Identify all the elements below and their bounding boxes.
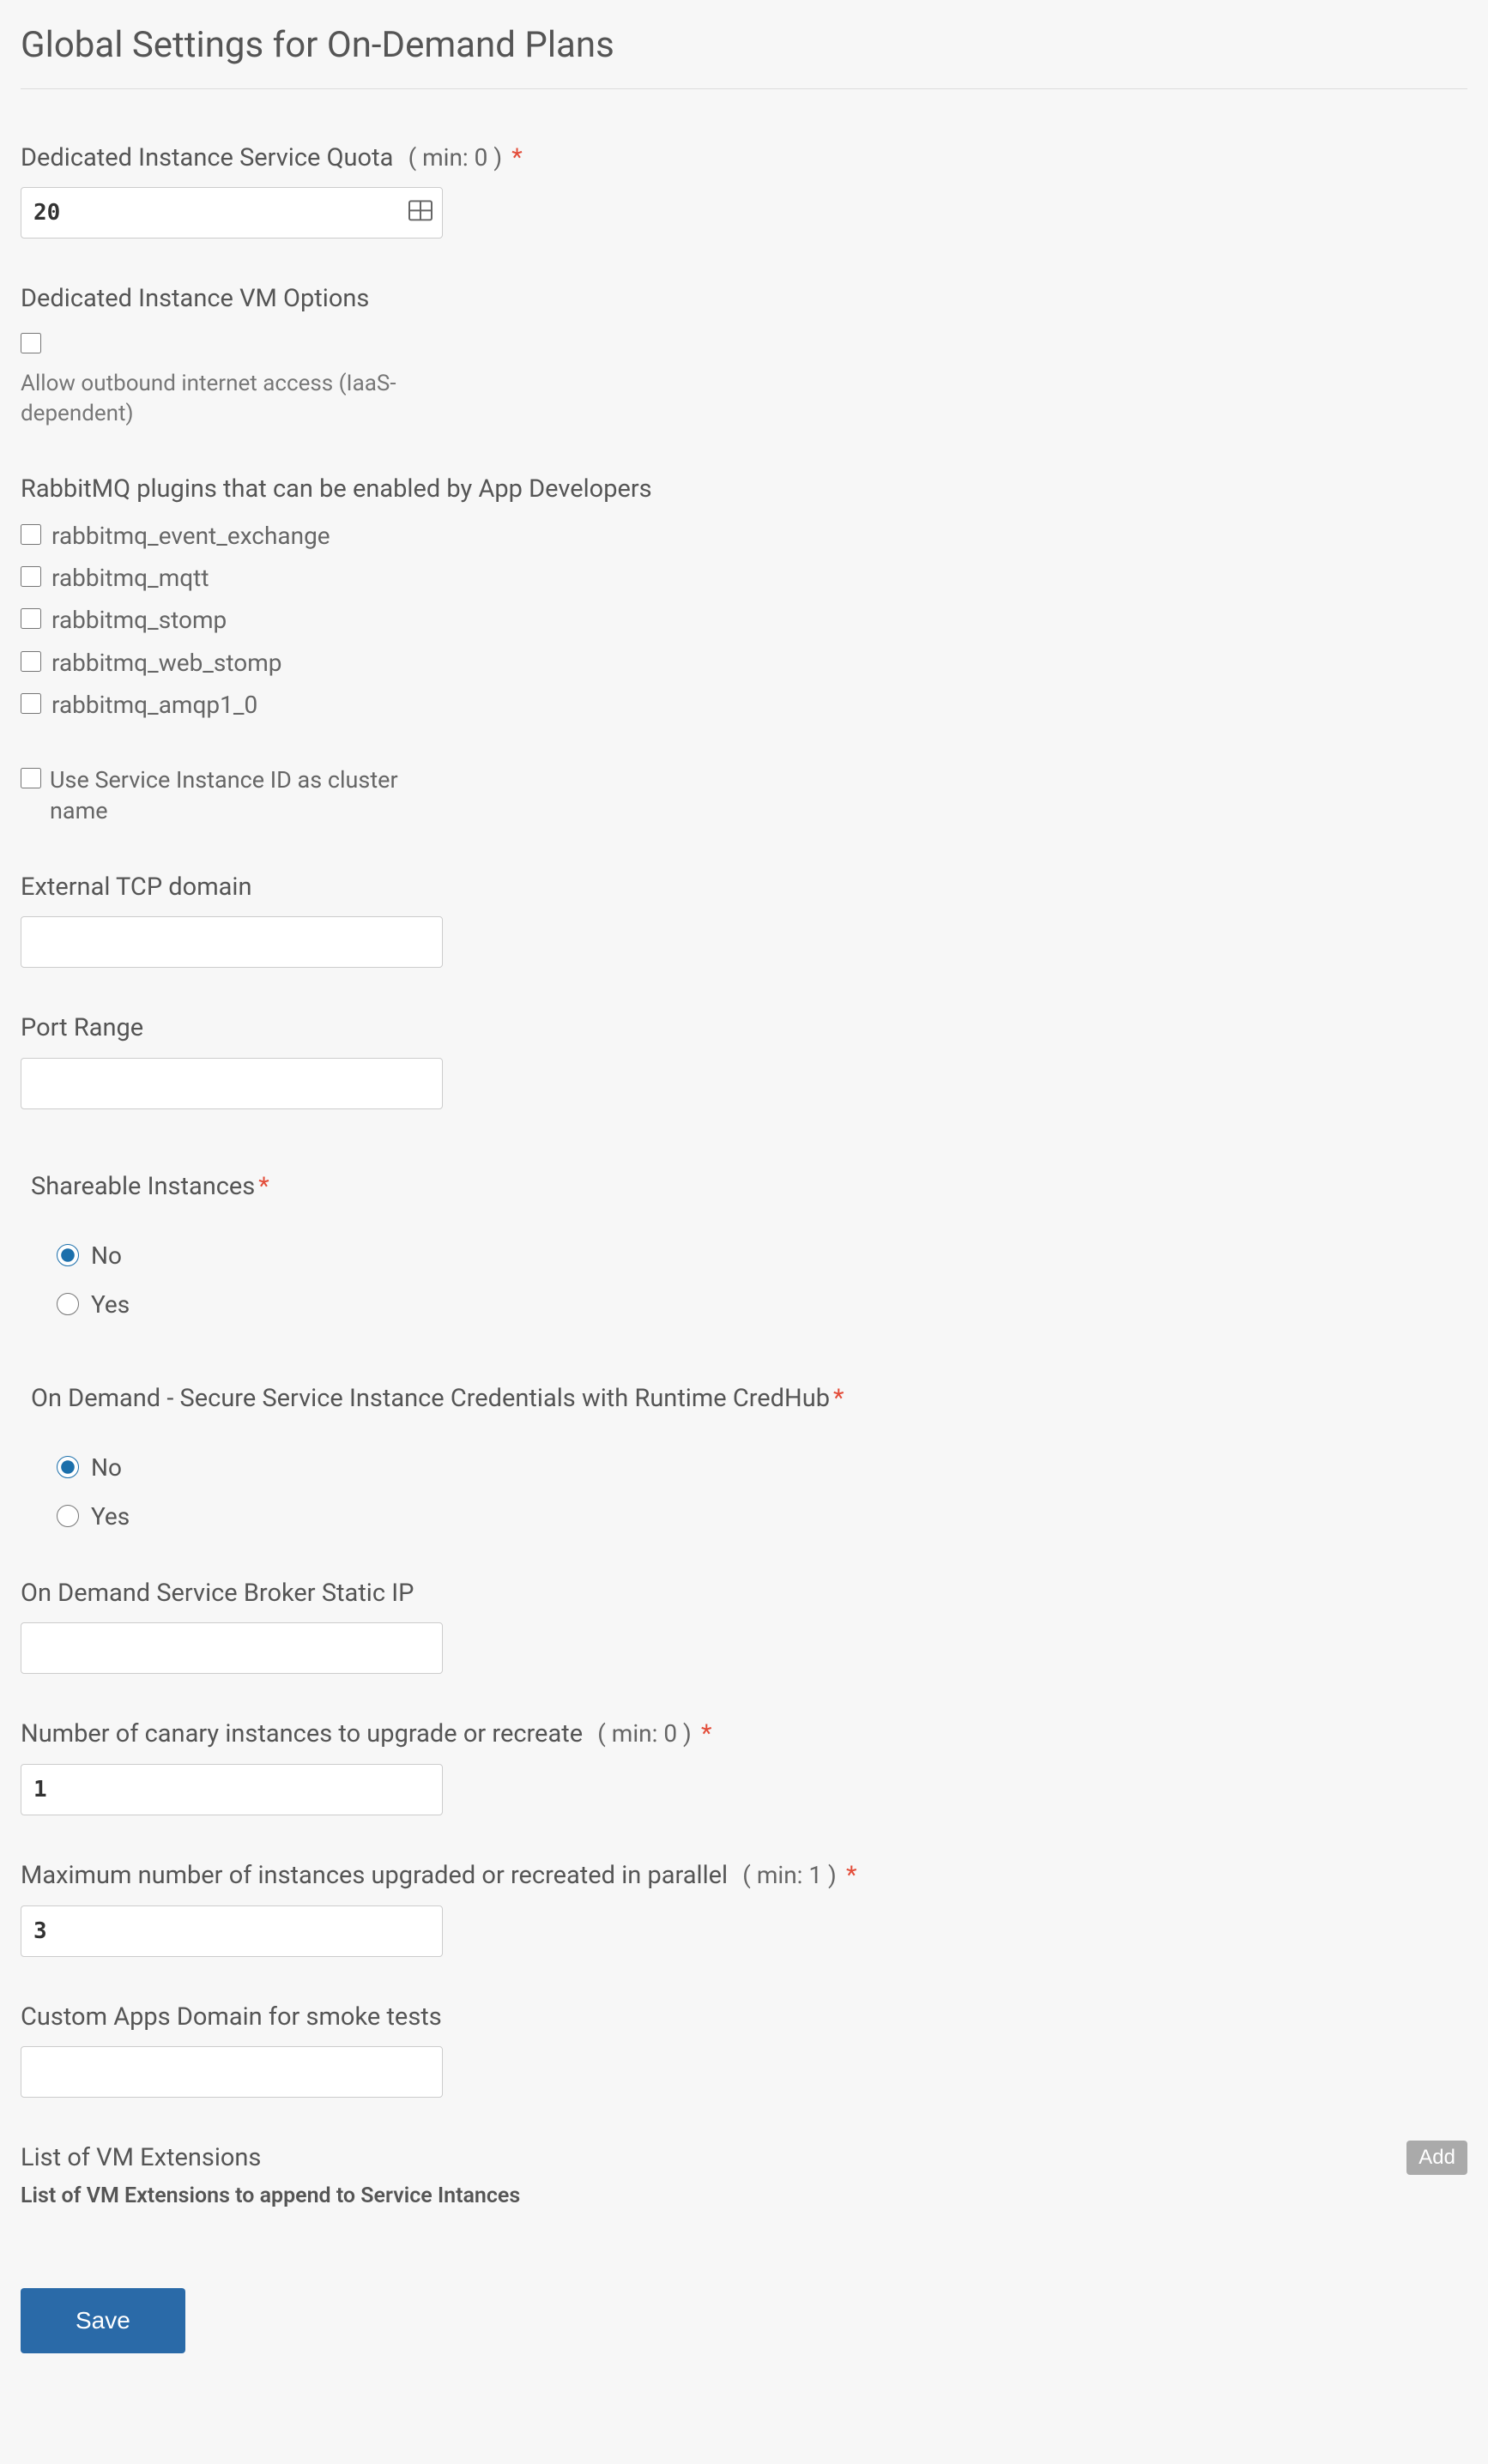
canary-input[interactable] — [21, 1764, 443, 1815]
quota-input[interactable] — [21, 187, 443, 239]
credhub-no-label: No — [91, 1451, 122, 1484]
plugin-row: rabbitmq_amqp1_0 — [21, 688, 1467, 722]
parallel-input[interactable] — [21, 1905, 443, 1957]
shareable-label-text: Shareable Instances — [31, 1172, 255, 1201]
shareable-yes-label: Yes — [91, 1288, 130, 1321]
canary-hint: ( min: 0 ) — [597, 1719, 692, 1748]
divider — [21, 88, 1467, 89]
canary-label: Number of canary instances to upgrade or… — [21, 1717, 1467, 1752]
shareable-radio-yes[interactable] — [57, 1293, 79, 1315]
cluster-name-label: Use Service Instance ID as cluster name — [50, 764, 398, 827]
shareable-no-label: No — [91, 1239, 122, 1272]
port-range-label: Port Range — [21, 1011, 1467, 1046]
plugin-checkbox-stomp[interactable] — [21, 608, 41, 629]
plugin-checkbox-web-stomp[interactable] — [21, 651, 41, 672]
required-indicator: * — [258, 1172, 269, 1201]
credhub-yes-label: Yes — [91, 1500, 130, 1533]
required-indicator: * — [701, 1719, 712, 1748]
required-indicator: * — [511, 143, 523, 172]
smoke-domain-label: Custom Apps Domain for smoke tests — [21, 2000, 1467, 2035]
required-indicator: * — [846, 1861, 857, 1890]
plugin-row: rabbitmq_stomp — [21, 603, 1467, 637]
credhub-radio-yes[interactable] — [57, 1505, 79, 1527]
static-ip-label: On Demand Service Broker Static IP — [21, 1576, 1467, 1611]
plugin-label: rabbitmq_web_stomp — [51, 646, 282, 679]
plugin-label: rabbitmq_event_exchange — [51, 519, 330, 553]
plugin-label: rabbitmq_stomp — [51, 603, 227, 637]
plugin-checkbox-event-exchange[interactable] — [21, 524, 41, 545]
credhub-label: On Demand - Secure Service Instance Cred… — [31, 1381, 1467, 1416]
cluster-name-checkbox[interactable] — [21, 768, 41, 788]
vm-outbound-label: Allow outbound internet access (IaaS-dep… — [21, 369, 398, 429]
plugin-row: rabbitmq_web_stomp — [21, 646, 1467, 679]
vm-extensions-sub: List of VM Extensions to append to Servi… — [21, 2181, 520, 2211]
quota-hint: ( min: 0 ) — [408, 143, 503, 172]
plugin-checkbox-amqp10[interactable] — [21, 693, 41, 714]
quota-label-text: Dedicated Instance Service Quota — [21, 143, 393, 172]
vm-extensions-label: List of VM Extensions — [21, 2141, 520, 2176]
smoke-domain-input[interactable] — [21, 2046, 443, 2098]
parallel-label: Maximum number of instances upgraded or … — [21, 1858, 1467, 1893]
page-title: Global Settings for On-Demand Plans — [21, 21, 1467, 71]
credhub-radio-no[interactable] — [57, 1456, 79, 1478]
parallel-hint: ( min: 1 ) — [742, 1861, 837, 1889]
port-range-input[interactable] — [21, 1058, 443, 1109]
tcp-domain-label: External TCP domain — [21, 870, 1467, 905]
save-button[interactable]: Save — [21, 2288, 185, 2353]
shareable-label: Shareable Instances* — [31, 1169, 1467, 1205]
canary-label-text: Number of canary instances to upgrade or… — [21, 1719, 583, 1748]
parallel-label-text: Maximum number of instances upgraded or … — [21, 1861, 728, 1890]
quota-label: Dedicated Instance Service Quota ( min: … — [21, 141, 1467, 176]
static-ip-input[interactable] — [21, 1622, 443, 1674]
plugin-row: rabbitmq_mqtt — [21, 561, 1467, 595]
shareable-radio-no[interactable] — [57, 1244, 79, 1266]
add-button[interactable]: Add — [1406, 2141, 1467, 2175]
plugin-label: rabbitmq_amqp1_0 — [51, 688, 257, 722]
credhub-label-text: On Demand - Secure Service Instance Cred… — [31, 1384, 830, 1413]
plugins-label: RabbitMQ plugins that can be enabled by … — [21, 472, 1467, 507]
plugin-checkbox-mqtt[interactable] — [21, 566, 41, 587]
plugin-row: rabbitmq_event_exchange — [21, 519, 1467, 553]
vm-options-label: Dedicated Instance VM Options — [21, 281, 1467, 317]
required-indicator: * — [833, 1384, 844, 1413]
vm-outbound-checkbox[interactable] — [21, 333, 41, 353]
tcp-domain-input[interactable] — [21, 916, 443, 968]
plugin-label: rabbitmq_mqtt — [51, 561, 209, 595]
